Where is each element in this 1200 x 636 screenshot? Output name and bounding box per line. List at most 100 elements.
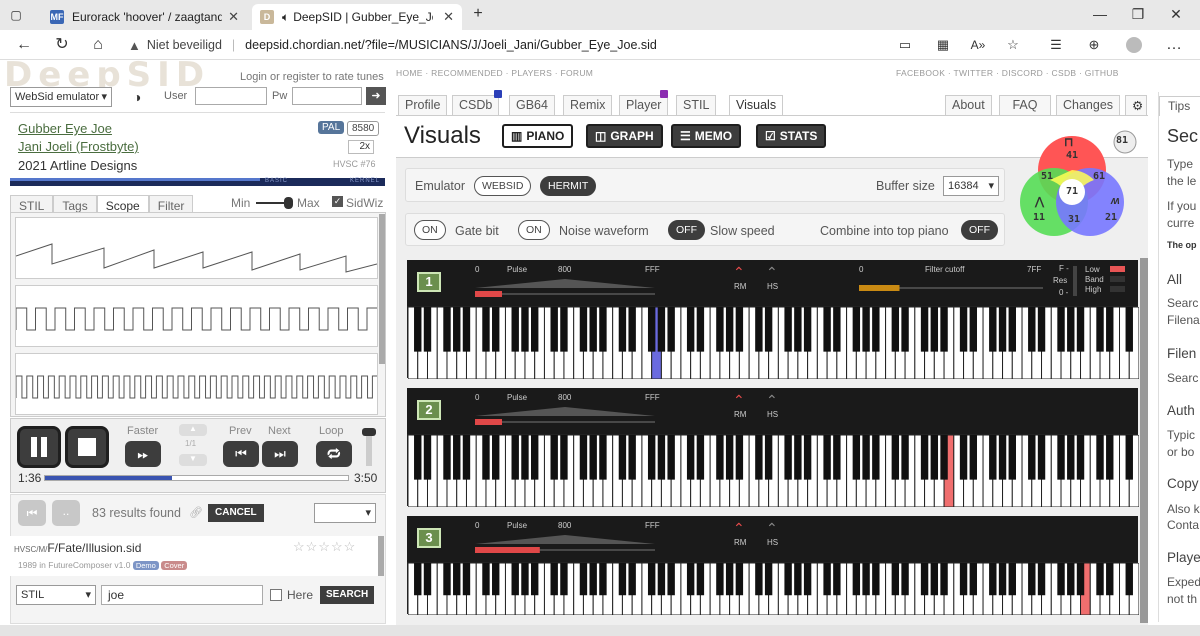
hermit-toggle[interactable]: HERMIT — [540, 176, 597, 196]
stats-button[interactable]: ☑ STATS — [756, 124, 827, 148]
tab-about[interactable]: About — [945, 95, 992, 115]
pause-button[interactable] — [17, 426, 61, 468]
tab-tips[interactable]: Tips — [1159, 96, 1200, 116]
stop-button[interactable] — [65, 426, 109, 468]
black-key — [891, 563, 900, 596]
buffer-size-value: 16384 — [948, 180, 979, 192]
zoom-slider[interactable] — [256, 197, 293, 209]
close-icon[interactable]: ✕ — [443, 9, 454, 25]
volume-slider[interactable] — [362, 428, 376, 466]
tab-gb64[interactable]: GB64 — [509, 95, 555, 115]
tab-faq[interactable]: FAQ — [999, 95, 1051, 115]
slow-speed-toggle[interactable]: OFF — [668, 220, 705, 240]
tab-csdb[interactable]: CSDb — [452, 95, 500, 115]
parent-folder-button[interactable]: .. — [52, 500, 80, 526]
restore-icon[interactable]: ❐ — [1128, 6, 1148, 23]
volume-thumb[interactable] — [362, 428, 376, 436]
csdb-notification-badge — [494, 90, 502, 98]
social-nav[interactable]: FACEBOOK · TWITTER · DISCORD · CSDB · GI… — [896, 68, 1119, 78]
window-close-icon[interactable]: ✕ — [1166, 6, 1186, 23]
profile-avatar-icon[interactable] — [1124, 35, 1144, 55]
contrast-icon[interactable]: ◑ — [133, 89, 141, 105]
close-icon[interactable]: ✕ — [228, 9, 239, 25]
login-button[interactable]: ➜ — [366, 87, 386, 105]
black-key — [852, 435, 861, 480]
main-nav[interactable]: HOME · RECOMMENDED · PLAYERS · FORUM — [396, 68, 593, 78]
settings-gear-icon[interactable]: ⚙ — [1125, 95, 1147, 115]
rating-stars-icon[interactable]: ☆☆☆☆☆ — [293, 539, 356, 555]
gate-bit-toggle[interactable]: ON — [414, 220, 446, 240]
minimize-icon[interactable]: — — [1090, 6, 1110, 22]
home-icon[interactable]: ⌂ — [88, 35, 108, 55]
websid-toggle[interactable]: WEBSID — [474, 176, 532, 196]
black-key — [959, 435, 968, 480]
browser-tab-eurorack[interactable]: MF Eurorack 'hoover' / zaagtand-me ✕ — [42, 4, 247, 30]
browser-tab-deepsid[interactable]: D 🔈︎ DeepSID | Gubber_Eye_Joe. ✕ — [252, 4, 462, 30]
black-key — [1008, 435, 1016, 480]
new-tab-icon[interactable]: + — [468, 4, 488, 24]
graph-button[interactable]: ◫ GRAPH — [586, 124, 663, 148]
fast-forward-button[interactable]: ⏩︎ — [125, 441, 161, 467]
search-input[interactable]: joe — [101, 585, 263, 605]
combine-toggle[interactable]: OFF — [961, 220, 998, 240]
song-progress-bar[interactable] — [44, 475, 349, 481]
ring-mod-label: RM — [734, 538, 747, 547]
tag-cover[interactable]: Cover — [161, 561, 188, 570]
scope-scrollbar[interactable] — [379, 214, 385, 364]
back-button[interactable]: ⏮︎ — [18, 500, 46, 526]
next-button[interactable]: ⏭︎ — [262, 441, 298, 467]
search-type-select[interactable]: STIL ▾ — [16, 585, 96, 605]
list-item-path: HVSC/M/F/Fate/Illusion.sid — [14, 541, 141, 555]
favorites-list-icon[interactable]: ☰ — [1046, 35, 1066, 55]
subtune-up-button[interactable]: ▲ — [179, 424, 207, 436]
main-scrollbar[interactable] — [1140, 258, 1148, 623]
password-input[interactable] — [292, 87, 362, 105]
black-key — [784, 307, 792, 352]
loop-button[interactable]: 🔁︎ — [316, 441, 352, 467]
prev-button[interactable]: ⏮︎ — [223, 441, 259, 467]
black-key — [930, 307, 939, 352]
back-arrow-icon[interactable]: ← — [14, 35, 34, 55]
tab-player[interactable]: Player — [619, 95, 669, 115]
tab-changes[interactable]: Changes — [1056, 95, 1121, 115]
tab-visuals[interactable]: Visuals — [729, 95, 784, 115]
collections-icon[interactable]: ⊕ — [1084, 35, 1104, 55]
black-key — [511, 435, 519, 480]
voice-toggle-1[interactable]: 1 — [417, 272, 441, 292]
zoom-slider-thumb[interactable] — [284, 197, 293, 209]
more-icon[interactable]: … — [1164, 35, 1184, 55]
song-author[interactable]: Jani Joeli (Frostbyte) — [18, 139, 139, 154]
link-icon[interactable]: 🔗︎ — [189, 506, 203, 519]
voice-toggle-2[interactable]: 2 — [417, 400, 441, 420]
tab-profile[interactable]: Profile — [398, 95, 448, 115]
user-input[interactable] — [195, 87, 267, 105]
list-scrollbar[interactable] — [378, 536, 384, 576]
url-field[interactable]: ▲ Niet beveiligd | deepsid.chordian.net/… — [128, 34, 1008, 56]
cancel-button[interactable]: CANCEL — [208, 504, 264, 522]
list-item[interactable]: HVSC/M/F/Fate/Illusion.sid ☆☆☆☆☆ 1989 in… — [10, 536, 378, 576]
search-button[interactable]: SEARCH — [320, 586, 375, 604]
filter-tick: 7FF — [1027, 265, 1042, 274]
refresh-icon[interactable]: ↻ — [52, 35, 72, 55]
subtune-down-button[interactable]: ▼ — [179, 454, 207, 466]
emulator-select[interactable]: WebSid emulator ▾ — [10, 87, 112, 107]
sidwiz-checkbox[interactable]: ✓ — [332, 196, 343, 207]
tab-actions-icon[interactable]: ▢ — [6, 5, 26, 25]
black-key — [940, 307, 948, 352]
noise-waveform-toggle[interactable]: ON — [518, 220, 550, 240]
tag-demo[interactable]: Demo — [132, 561, 159, 570]
here-checkbox[interactable] — [270, 589, 282, 601]
buffer-size-select[interactable]: 16384 ▾ — [943, 176, 999, 196]
black-key — [1057, 307, 1065, 352]
tips-text: Searc — [1167, 296, 1199, 310]
piano-button[interactable]: ▥ PIANO — [502, 124, 574, 148]
tab-remix[interactable]: Remix — [563, 95, 613, 115]
sort-select[interactable]: ▾ — [314, 503, 376, 523]
pulse-tick: 0 — [475, 521, 480, 530]
black-key — [560, 563, 568, 596]
song-title[interactable]: Gubber Eye Joe — [18, 121, 112, 136]
memo-button[interactable]: ☰ MEMO — [671, 124, 742, 148]
black-key — [1067, 435, 1075, 480]
voice-toggle-3[interactable]: 3 — [417, 528, 441, 548]
tab-stil-main[interactable]: STIL — [676, 95, 717, 115]
